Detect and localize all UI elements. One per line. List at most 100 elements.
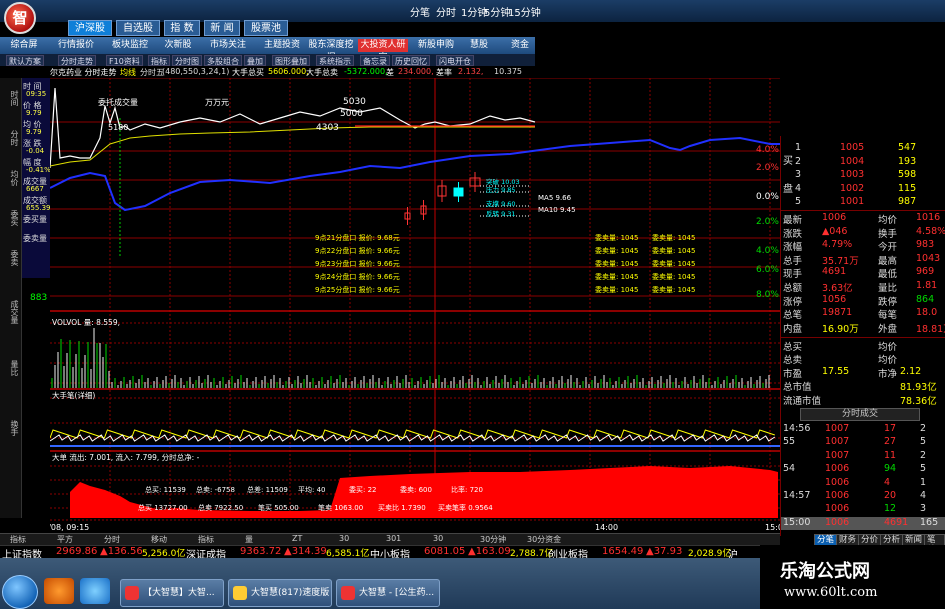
order-book-row: 5 1001 987: [780, 196, 945, 209]
tab-news[interactable]: 新 闻: [204, 20, 240, 36]
taskbar-app-1[interactable]: 【大智慧】大智...: [120, 579, 224, 607]
nav-quotes[interactable]: 行情报价: [54, 39, 98, 52]
stat-row: 最新 1006 均价 1016: [780, 212, 945, 226]
bottom-tab[interactable]: 平方: [57, 534, 73, 545]
stat-value: 1006: [822, 212, 847, 223]
trade-time: 14:56: [783, 423, 811, 434]
nav-sector-monitor[interactable]: 板块监控: [108, 39, 152, 52]
stat-label: 总笔: [783, 310, 803, 322]
bottom-tab[interactable]: 30: [433, 534, 443, 543]
left-tab-volume[interactable]: 成交量: [2, 300, 20, 324]
period-15min[interactable]: 15分钟: [508, 4, 541, 19]
order-row-mid: 委卖量: 1045: [595, 233, 638, 242]
fin-row: 总市值 81.93亿: [780, 379, 945, 393]
trade-volume: 12: [884, 503, 897, 515]
left-tab-ask[interactable]: 委卖: [2, 250, 20, 266]
book-level: 3: [795, 169, 802, 180]
stat-value: ▲046: [822, 225, 848, 237]
ie-icon[interactable]: [80, 578, 110, 604]
stat-value: 1043: [916, 252, 941, 264]
bottom-tab[interactable]: 分时: [104, 534, 120, 545]
bottom-tab[interactable]: 30: [339, 534, 349, 543]
book-price: 1002: [840, 182, 865, 194]
tab-index[interactable]: 指 数: [164, 20, 200, 36]
stat-label: 涨幅: [783, 242, 803, 254]
intraday-chart[interactable]: 4.0% 2.0% 0.0% 2.0% 4.0% 6.0% 8.0% 委托成交量 万万元 5030…: [50, 78, 780, 533]
fin-row: 总买 均价: [780, 339, 945, 353]
candle-label: 支撑 9.60: [486, 199, 516, 208]
tb-multi[interactable]: 多股组合: [204, 55, 242, 66]
annotation-avg-order: 委托成交量: [98, 97, 138, 107]
left-tab-avg[interactable]: 均价: [2, 170, 20, 186]
start-button[interactable]: [2, 575, 38, 609]
tab-stockpool[interactable]: 股票池: [244, 20, 288, 36]
stat-row: 涨跌 ▲046 换手 4.58%: [780, 225, 945, 240]
period-intraday[interactable]: 分时: [436, 4, 456, 19]
firefox-icon[interactable]: [44, 578, 74, 604]
trade-count: 2: [920, 449, 927, 461]
nav-overview[interactable]: 综合屏: [2, 39, 46, 52]
bottom-tab[interactable]: 移动: [151, 534, 167, 545]
trade-time: 15:00: [783, 516, 811, 528]
left-tab-intraday[interactable]: 分时: [2, 130, 20, 146]
tb-overlay[interactable]: 叠加: [244, 55, 266, 66]
money-label-2: 总买 13727.00: [138, 503, 188, 512]
trade-price: 1007: [825, 423, 850, 434]
left-tab-time[interactable]: 时间: [2, 90, 20, 106]
bottom-tab[interactable]: 指标: [198, 534, 214, 545]
gap-value: 2.132,: [458, 67, 484, 76]
book-volume: 598: [898, 169, 917, 180]
order-row-left: 9点24分盘口 报价: 9.66元: [315, 272, 400, 281]
quote-value: -0.04: [26, 147, 45, 155]
nav-hui[interactable]: 慧股: [464, 39, 494, 52]
nav-ipo[interactable]: 新股申购: [414, 39, 458, 52]
period-tick[interactable]: 分笔: [410, 4, 430, 19]
bottom-tab[interactable]: 量: [245, 534, 253, 545]
tab-hushen[interactable]: 沪深股: [68, 20, 112, 36]
money-label: 委卖: 600: [400, 485, 432, 494]
taskbar-app-2[interactable]: 大智慧(817)速度版: [228, 579, 332, 607]
trade-volume: 11: [884, 449, 897, 461]
tb-indicator[interactable]: 指标: [148, 55, 170, 66]
left-tab-bid[interactable]: 委买: [2, 210, 20, 226]
tb-intraday[interactable]: 分时走势: [58, 55, 96, 66]
nav-new-stocks[interactable]: 次新股: [160, 39, 196, 52]
order-row-left: 9点25分盘口 报价: 9.66元: [315, 285, 400, 294]
tb-history[interactable]: 历史回忆: [392, 55, 430, 66]
stat-value: 35.71万: [822, 255, 859, 267]
nav-big-investor[interactable]: 大投资人研究: [358, 39, 408, 63]
quote-extra: 883: [30, 293, 48, 303]
nav-shareholder[interactable]: 股东深度挖掘: [306, 39, 356, 63]
index-change: ▲37.93: [646, 546, 683, 557]
bottom-tab[interactable]: 30分钟: [480, 534, 506, 545]
tb-chart[interactable]: 分时图: [172, 55, 202, 66]
trade-row: 15:00 1006 4691 165: [780, 517, 945, 530]
left-tab-turnover[interactable]: 换手: [2, 420, 20, 436]
tb-memo[interactable]: 备忘录: [360, 55, 390, 66]
period-5min[interactable]: 5分钟: [484, 4, 510, 19]
tb-default-scheme[interactable]: 默认方案: [6, 55, 44, 66]
index-value: 1654.49: [602, 546, 644, 557]
tb-flash-trade[interactable]: 闪电开仓: [436, 55, 474, 66]
tb-graph-overlay[interactable]: 图形叠加: [272, 55, 310, 66]
book-level: 4: [795, 182, 802, 194]
bottom-tab[interactable]: 30分资金: [527, 534, 561, 545]
index-change: ▲163.09: [468, 546, 511, 557]
bottom-tab[interactable]: 301: [386, 534, 401, 543]
nav-funds[interactable]: 资金: [505, 39, 535, 52]
left-tab-ratio[interactable]: 量比: [2, 360, 20, 376]
price-label: 5030: [343, 97, 366, 107]
nav-market-focus[interactable]: 市场关注: [206, 39, 250, 52]
taskbar-app-3[interactable]: 大智慧 - [公生药...: [336, 579, 440, 607]
tab-watchlist[interactable]: 自选股: [116, 20, 160, 36]
bottom-tab[interactable]: 指标: [10, 534, 26, 545]
trade-price: 1007: [825, 436, 850, 448]
tb-system-signal[interactable]: 系统指示: [316, 55, 354, 66]
stat-row: 内盘 16.90万 外盘 18.81万: [780, 321, 945, 335]
trade-time: 14:57: [783, 490, 811, 501]
bottom-tab[interactable]: ZT: [292, 534, 302, 543]
stat-label: 内盘: [783, 323, 803, 335]
stat-value: 3.63亿: [822, 283, 853, 294]
tb-f10[interactable]: F10资料: [106, 55, 143, 66]
nav-theme-invest[interactable]: 主题投资: [260, 39, 304, 52]
